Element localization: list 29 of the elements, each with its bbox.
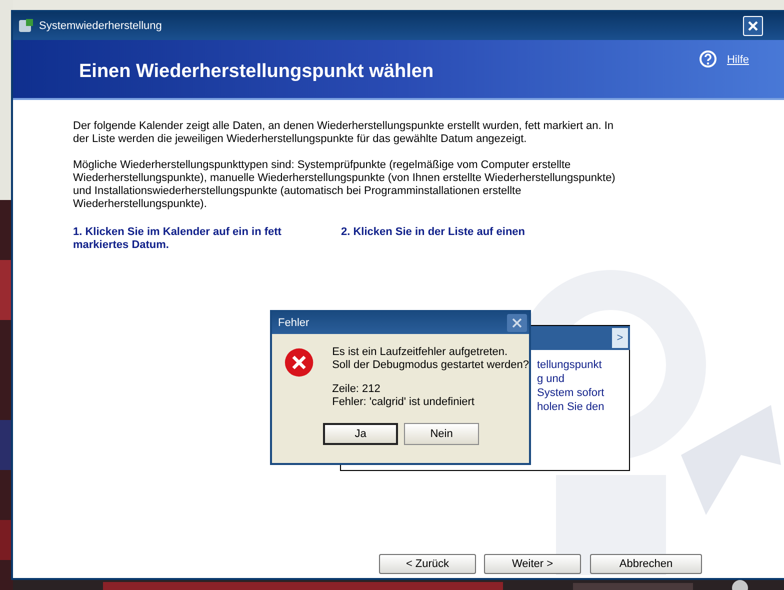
window-title: Systemwiederherstellung	[39, 18, 162, 34]
restore-app-icon	[18, 18, 34, 34]
step-instruction: 2. Klicken Sie in der Liste auf einen	[341, 226, 526, 240]
list-text: g und	[537, 372, 566, 386]
error-icon	[284, 346, 314, 379]
help-icon	[698, 50, 717, 68]
close-icon	[511, 317, 523, 329]
list-text: holen Sie den	[537, 400, 604, 414]
list-text: tellungspunkt	[537, 358, 603, 372]
dialog-close-button[interactable]	[507, 314, 527, 332]
intro-paragraph: Mögliche Wiederherstellungspunkttypen sind: Systemprüfpunkte (regelmäßige vom Computer erstellte Wiederherstellungspunkte), manuelle Wiederherstellungspunkte (von Ihnen erstellte Wiederherstellungspunkte) und Installationswiederherstellungspunkte (automatisch bei Programminstallationen erstellte Wiederherstellungspunkte).	[73, 159, 616, 211]
error-message: Es ist ein Laufzeitfehler aufgetreten.	[332, 346, 509, 359]
step-instruction: 1. Klicken Sie im Kalender auf ein in fett markiertes Datum.	[73, 226, 282, 252]
wizard-button[interactable]: Abbrechen	[590, 554, 702, 574]
error-detail: Fehler: 'calgrid' ist undefiniert	[332, 396, 476, 409]
intro-paragraph: Der folgende Kalender zeigt alle Daten, an denen Wiederherstellungspunkte erstellt wurden, fett markiert an. In der Liste werden die jeweiligen Wiederherstellungspunkte für das gewählte Datum angezeigt.	[73, 120, 615, 146]
wizard-button[interactable]: Weiter >	[484, 554, 581, 574]
list-text: System sofort	[537, 386, 604, 400]
help-link[interactable]: Hilfe	[726, 52, 749, 68]
dialog-button[interactable]: Ja	[323, 423, 398, 445]
close-button[interactable]	[743, 16, 763, 36]
dialog-button[interactable]: Nein	[404, 423, 479, 445]
page-heading: Einen Wiederherstellungspunkt wählen	[79, 60, 434, 84]
next-button[interactable]: >	[612, 328, 628, 348]
wizard-button[interactable]: < Zurück	[379, 554, 476, 574]
close-icon	[747, 20, 759, 32]
error-detail: Zeile: 212	[332, 383, 382, 396]
dialog-title: Fehler	[278, 316, 310, 331]
error-message: Soll der Debugmodus gestartet werden?	[332, 359, 529, 372]
